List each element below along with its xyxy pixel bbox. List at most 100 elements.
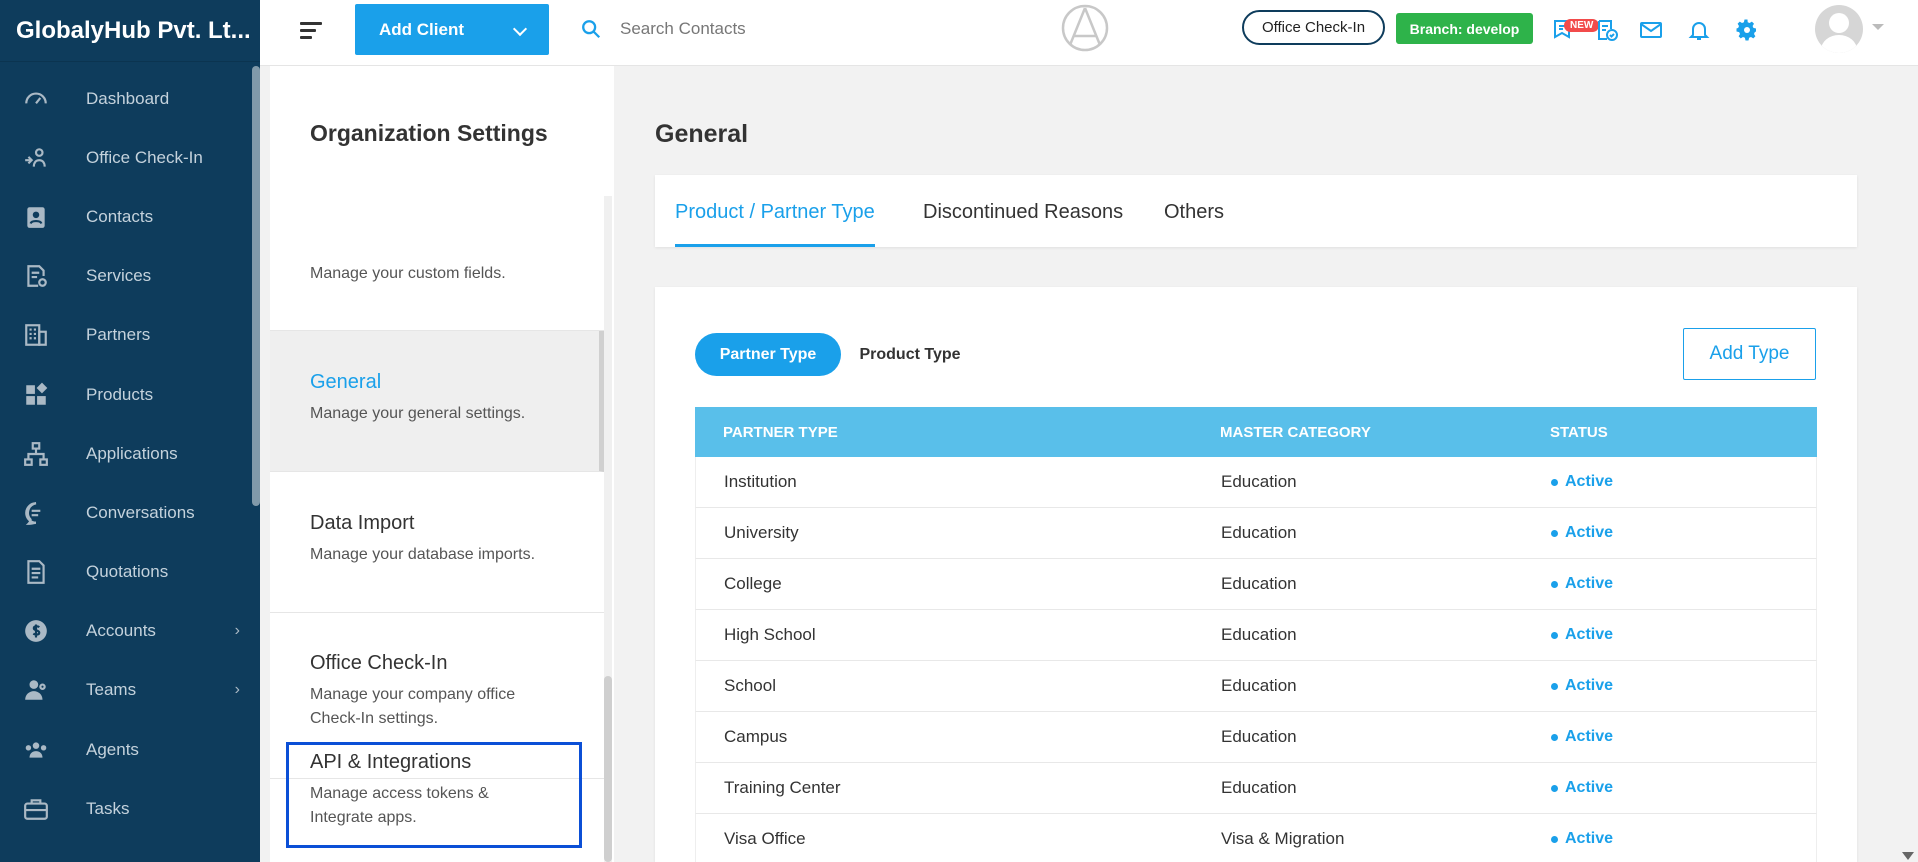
- add-client-button[interactable]: Add Client: [355, 4, 549, 55]
- mail-icon[interactable]: [1639, 18, 1665, 44]
- sidebar-item-label: Dashboard: [86, 88, 170, 108]
- column-header-status[interactable]: STATUS: [1550, 424, 1608, 441]
- settings-item-custom-fields[interactable]: Manage your custom fields.: [270, 196, 604, 331]
- bell-icon[interactable]: [1687, 18, 1713, 44]
- settings-item-name: General: [310, 371, 382, 393]
- gear-icon[interactable]: [1735, 18, 1761, 44]
- document-icon: [22, 558, 50, 586]
- settings-scrollbar-thumb[interactable]: [604, 676, 612, 862]
- sidebar-item-label: Office Check-In: [86, 147, 203, 167]
- brand-name[interactable]: GlobalyHub Pvt. Lt...: [0, 0, 260, 62]
- settings-item-general[interactable]: General Manage your general settings.: [270, 331, 604, 472]
- sidebar-item-services[interactable]: Services: [0, 247, 260, 306]
- focus-highlight: [286, 742, 582, 848]
- sidebar-item-quotations[interactable]: Quotations: [0, 543, 260, 602]
- subtab-partner-type[interactable]: Partner Type: [695, 333, 841, 376]
- status-dot-icon: [1551, 682, 1558, 690]
- sidebar-item-dashboard[interactable]: Dashboard: [0, 69, 260, 128]
- tab-discontinued-reasons[interactable]: Discontinued Reasons: [923, 201, 1123, 247]
- add-type-button[interactable]: Add Type: [1683, 328, 1816, 380]
- column-header-partner-type[interactable]: PARTNER TYPE: [723, 424, 838, 441]
- settings-panel: Organization Settings Manage your custom…: [270, 66, 614, 862]
- briefcase-icon: [22, 795, 50, 823]
- sidebar-item-contacts[interactable]: Contacts: [0, 187, 260, 246]
- cell-master-category: Education: [1221, 778, 1297, 797]
- cell-partner-type: College: [724, 574, 782, 593]
- cell-partner-type: Visa Office: [724, 829, 806, 848]
- settings-item-desc: Manage your general settings.: [310, 405, 526, 422]
- table-row[interactable]: High School Education Active: [695, 610, 1817, 661]
- table-row[interactable]: Visa Office Visa & Migration Active: [695, 814, 1817, 862]
- cell-status: Active: [1551, 677, 1613, 695]
- cell-partner-type: School: [724, 676, 776, 695]
- partner-type-table: PARTNER TYPE MASTER CATEGORY STATUS Inst…: [695, 407, 1817, 862]
- avatar[interactable]: [1815, 5, 1863, 53]
- sidebar-item-tasks[interactable]: Tasks: [0, 779, 260, 838]
- status-text: Active: [1565, 524, 1614, 541]
- table-row[interactable]: Campus Education Active: [695, 712, 1817, 763]
- chevron-down-icon[interactable]: [512, 21, 528, 37]
- tab-product-partner-type[interactable]: Product / Partner Type: [675, 201, 875, 247]
- sidebar-item-agents[interactable]: Agents: [0, 720, 260, 779]
- sidebar-item-label: Accounts: [86, 621, 156, 641]
- tab-others[interactable]: Others: [1164, 201, 1224, 247]
- services-icon: [22, 262, 50, 290]
- products-icon: [22, 381, 50, 409]
- cell-partner-type: High School: [724, 625, 816, 644]
- chevron-right-icon: ›: [234, 681, 240, 699]
- chat-icon: [22, 499, 50, 527]
- sidebar-item-label: Applications: [86, 443, 178, 463]
- cell-status: Active: [1551, 728, 1613, 746]
- cell-master-category: Education: [1221, 523, 1297, 542]
- checklist-icon[interactable]: [1595, 18, 1621, 44]
- topbar: Add Client Office Check-In Branch: devel…: [260, 0, 1918, 66]
- settings-item-data-import[interactable]: Data Import Manage your database imports…: [270, 472, 604, 613]
- sidebar: GlobalyHub Pvt. Lt... Dashboard Office C…: [0, 0, 260, 862]
- sidebar-item-accounts[interactable]: Accounts ›: [0, 602, 260, 661]
- sidebar-item-conversations[interactable]: Conversations: [0, 483, 260, 542]
- agents-icon: [22, 736, 50, 764]
- sidebar-item-label: Products: [86, 384, 154, 404]
- cell-status: Active: [1551, 575, 1613, 593]
- cell-status: Active: [1551, 626, 1613, 644]
- table-row[interactable]: Institution Education Active: [695, 457, 1817, 508]
- sidebar-item-label: Conversations: [86, 502, 195, 522]
- cell-master-category: Education: [1221, 574, 1297, 593]
- subtab-product-type[interactable]: Product Type: [845, 333, 975, 376]
- sidebar-nav: Dashboard Office Check-In Contacts Servi…: [0, 69, 260, 838]
- scroll-down-arrow-icon[interactable]: [1902, 852, 1914, 860]
- cell-master-category: Visa & Migration: [1221, 829, 1345, 848]
- status-dot-icon: [1551, 631, 1558, 639]
- settings-item-desc: Manage your company office Check-In sett…: [310, 686, 516, 727]
- tabs-bar: Product / Partner Type Discontinued Reas…: [655, 175, 1857, 247]
- table-row[interactable]: College Education Active: [695, 559, 1817, 610]
- status-dot-icon: [1551, 733, 1558, 741]
- sidebar-item-teams[interactable]: Teams ›: [0, 661, 260, 720]
- column-header-master-category[interactable]: MASTER CATEGORY: [1220, 424, 1371, 441]
- table-row[interactable]: University Education Active: [695, 508, 1817, 559]
- sidebar-item-office-checkin[interactable]: Office Check-In: [0, 128, 260, 187]
- cell-master-category: Education: [1221, 625, 1297, 644]
- cell-master-category: Education: [1221, 727, 1297, 746]
- office-checkin-button[interactable]: Office Check-In: [1242, 10, 1385, 45]
- menu-toggle-icon[interactable]: [300, 22, 322, 40]
- add-client-label: Add Client: [379, 19, 464, 39]
- flow-icon: [22, 440, 50, 468]
- sidebar-item-products[interactable]: Products: [0, 365, 260, 424]
- search-icon[interactable]: [580, 18, 604, 42]
- status-text: Active: [1565, 626, 1614, 643]
- status-dot-icon: [1551, 784, 1558, 792]
- cell-partner-type: Training Center: [724, 778, 841, 797]
- sidebar-item-label: Contacts: [86, 206, 154, 226]
- chevron-down-icon[interactable]: [1872, 24, 1884, 30]
- cell-status: Active: [1551, 779, 1613, 797]
- sidebar-item-label: Teams: [86, 680, 137, 700]
- sidebar-item-applications[interactable]: Applications: [0, 424, 260, 483]
- sidebar-item-partners[interactable]: Partners: [0, 306, 260, 365]
- status-text: Active: [1565, 473, 1614, 490]
- sidebar-item-label: Partners: [86, 325, 151, 345]
- search-input[interactable]: [620, 14, 920, 44]
- table-row[interactable]: School Education Active: [695, 661, 1817, 712]
- table-row[interactable]: Training Center Education Active: [695, 763, 1817, 814]
- status-dot-icon: [1551, 580, 1558, 588]
